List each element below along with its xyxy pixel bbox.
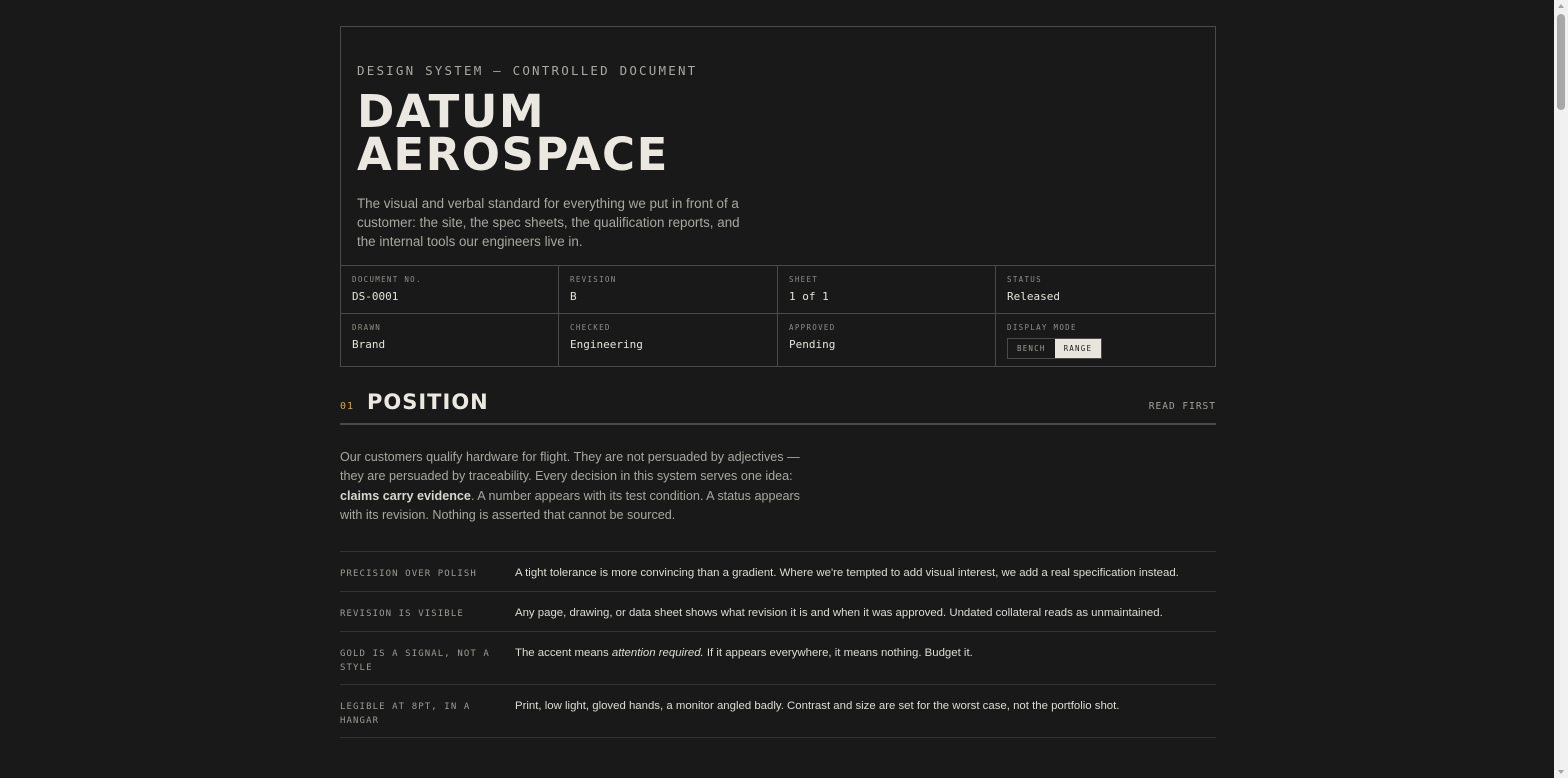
- title-block: DESIGN SYSTEM — CONTROLLED DOCUMENT DATU…: [340, 26, 1216, 367]
- principle-text-part: If it appears everywhere, it means nothi…: [703, 647, 973, 659]
- cell-value: B: [570, 290, 577, 303]
- cell-value: 1 of 1: [789, 290, 829, 303]
- display-mode-bench-button[interactable]: BENCH: [1008, 339, 1055, 358]
- title-block-grid: DOCUMENT NO. DS-0001 REVISION B SHEET 1 …: [341, 265, 1215, 366]
- cell-label: STATUS: [1007, 275, 1042, 284]
- cell-value: Engineering: [570, 338, 643, 351]
- brand-line-2: AEROSPACE: [357, 128, 669, 181]
- cell-label: REVISION: [570, 275, 617, 284]
- cell-revision: REVISION B: [559, 266, 778, 314]
- title-head: DESIGN SYSTEM — CONTROLLED DOCUMENT DATU…: [341, 27, 1215, 265]
- principle-text: Any page, drawing, or data sheet shows w…: [515, 607, 1163, 619]
- principle-text: A tight tolerance is more convincing tha…: [515, 567, 1179, 579]
- vertical-scrollbar[interactable]: [1554, 0, 1568, 778]
- cell-label: DOCUMENT NO.: [352, 275, 422, 284]
- section-number: 01: [340, 401, 355, 412]
- scroll-thumb[interactable]: [1557, 14, 1565, 110]
- principle-text-emphasis: attention required.: [611, 647, 704, 659]
- eyebrow: DESIGN SYSTEM — CONTROLLED DOCUMENT: [357, 63, 698, 78]
- section-intro: Our customers qualify hardware for fligh…: [340, 448, 810, 525]
- principle-row: PRECISION OVER POLISH A tight tolerance …: [340, 552, 1216, 592]
- document-container: DESIGN SYSTEM — CONTROLLED DOCUMENT DATU…: [340, 26, 1216, 367]
- cell-sheet: SHEET 1 of 1: [778, 266, 996, 314]
- display-mode-range-button[interactable]: RANGE: [1054, 339, 1102, 358]
- cell-label: DISPLAY MODE: [1007, 323, 1077, 332]
- page: DESIGN SYSTEM — CONTROLLED DOCUMENT DATU…: [0, 0, 1568, 778]
- cell-label: SHEET: [789, 275, 819, 284]
- intro-text: Our customers qualify hardware for fligh…: [340, 450, 800, 484]
- principle-row: REVISION IS VISIBLE Any page, drawing, o…: [340, 592, 1216, 632]
- principle-row: GOLD IS A SIGNAL, NOT A STYLE The accent…: [340, 632, 1216, 685]
- cell-display-mode: DISPLAY MODE BENCH RANGE: [996, 314, 1215, 366]
- principle-text: Print, low light, gloved hands, a monito…: [515, 700, 1120, 712]
- scroll-down-icon[interactable]: [1558, 770, 1564, 774]
- lede: The visual and verbal standard for every…: [357, 196, 740, 249]
- principle-label: GOLD IS A SIGNAL, NOT A STYLE: [340, 649, 490, 673]
- cell-label: APPROVED: [789, 323, 836, 332]
- principle-text: The accent means attention required. If …: [515, 632, 973, 684]
- section-aside: READ FIRST: [1148, 401, 1216, 412]
- brand-line-1: DATUM: [357, 85, 546, 138]
- principle-label: PRECISION OVER POLISH: [340, 569, 477, 579]
- cell-value: Pending: [789, 338, 836, 351]
- principles-list: PRECISION OVER POLISH A tight tolerance …: [340, 551, 1216, 738]
- cell-document-no: DOCUMENT NO. DS-0001: [341, 266, 559, 314]
- principle-label: LEGIBLE AT 8PT, IN A HANGAR: [340, 702, 471, 726]
- scroll-up-icon[interactable]: [1558, 4, 1564, 8]
- cell-label: DRAWN: [352, 323, 382, 332]
- cell-value: DS-0001: [352, 290, 399, 303]
- intro-emphasis: claims carry evidence: [340, 488, 471, 503]
- brand-wordmark: DATUM AEROSPACE: [357, 85, 1199, 181]
- principle-row: LEGIBLE AT 8PT, IN A HANGAR Print, low l…: [340, 685, 1216, 738]
- section-header: 01 POSITION READ FIRST: [340, 390, 1216, 425]
- section-title: POSITION: [367, 390, 489, 414]
- cell-label: CHECKED: [570, 323, 611, 332]
- cell-approved: APPROVED Pending: [778, 314, 996, 366]
- cell-drawn: DRAWN Brand: [341, 314, 559, 366]
- principle-label: REVISION IS VISIBLE: [340, 609, 464, 619]
- cell-value: Brand: [352, 338, 386, 351]
- cell-checked: CHECKED Engineering: [559, 314, 778, 366]
- display-mode-toggle: BENCH RANGE: [1007, 338, 1103, 359]
- principle-text-part: The accent means: [515, 647, 612, 659]
- cell-status: STATUS Released: [996, 266, 1215, 314]
- cell-value: Released: [1007, 290, 1060, 303]
